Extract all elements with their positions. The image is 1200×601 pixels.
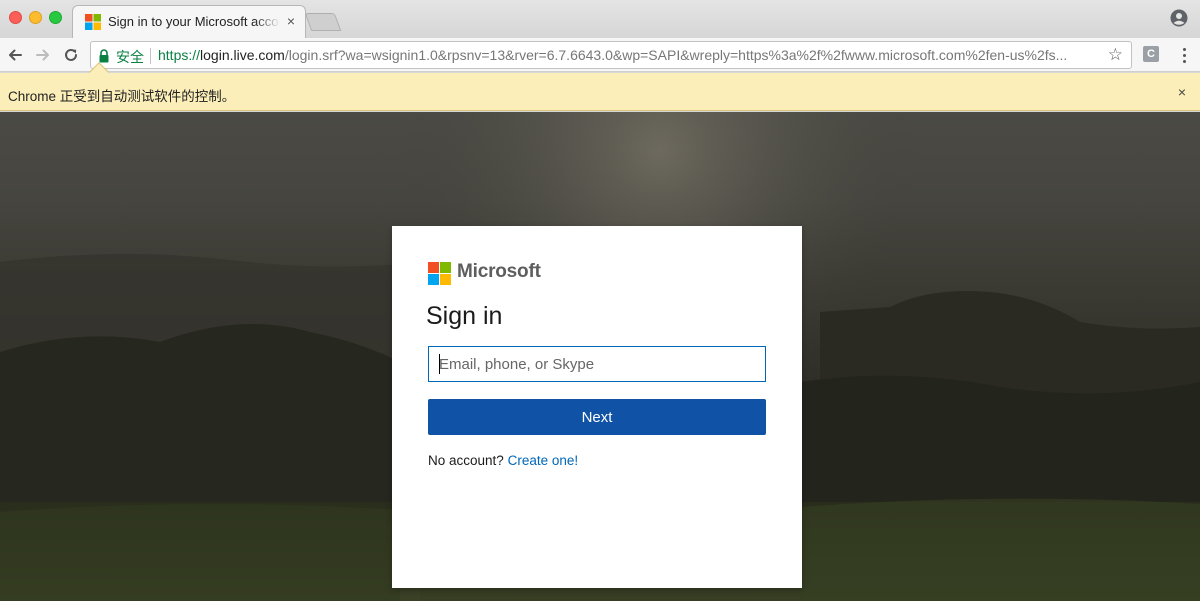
menu-dots-icon[interactable] (1176, 46, 1192, 64)
new-tab-button[interactable] (304, 13, 342, 31)
create-account-link[interactable]: Create one! (508, 453, 579, 468)
no-account-text: No account? (428, 453, 504, 468)
address-bar[interactable]: 安全 https://login.live.com/login.srf?wa=w… (90, 41, 1132, 69)
infobar-text: Chrome 正受到自动测试软件的控制。 (8, 89, 236, 104)
address-separator (150, 48, 151, 64)
signin-title: Sign in (426, 302, 503, 330)
url-protocol: https:// (158, 47, 201, 63)
back-arrow-icon[interactable] (4, 44, 26, 66)
secure-label[interactable]: 安全 (116, 47, 144, 67)
url-text[interactable]: https://login.live.com/login.srf?wa=wsig… (158, 47, 1103, 63)
brand-name: Microsoft (457, 261, 541, 282)
window-close-button[interactable] (9, 11, 22, 24)
url-path: /login.srf?wa=wsignin1.0&rpsnv=13&rver=6… (284, 47, 1068, 63)
no-account-row: No account? Create one! (428, 453, 578, 468)
url-host: login.live.com (200, 47, 285, 63)
star-icon[interactable]: ☆ (1108, 46, 1123, 64)
email-input[interactable] (428, 346, 766, 382)
tab-close-icon[interactable]: × (287, 12, 295, 30)
window-zoom-button[interactable] (49, 11, 62, 24)
signin-card: Microsoft Sign in Next No account? Creat… (392, 226, 802, 588)
tab-title: Sign in to your Microsoft account (108, 14, 280, 29)
forward-arrow-icon[interactable] (32, 44, 54, 66)
profile-icon[interactable] (1170, 9, 1188, 27)
infobar-close-icon[interactable]: × (1178, 83, 1186, 101)
reload-icon[interactable] (60, 44, 82, 66)
text-caret (439, 354, 440, 374)
extension-icon[interactable]: C (1143, 46, 1159, 62)
lock-icon[interactable] (98, 49, 110, 63)
browser-toolbar: 安全 https://login.live.com/login.srf?wa=w… (0, 38, 1200, 72)
microsoft-logo-icon (428, 262, 451, 285)
tab-strip: Sign in to your Microsoft account × (0, 0, 1200, 38)
automation-infobar: Chrome 正受到自动测试软件的控制。 × (0, 62, 1200, 111)
window-minimize-button[interactable] (29, 11, 42, 24)
tab-active[interactable]: Sign in to your Microsoft account × (72, 5, 306, 38)
next-button[interactable]: Next (428, 399, 766, 435)
microsoft-favicon-icon (85, 14, 101, 30)
